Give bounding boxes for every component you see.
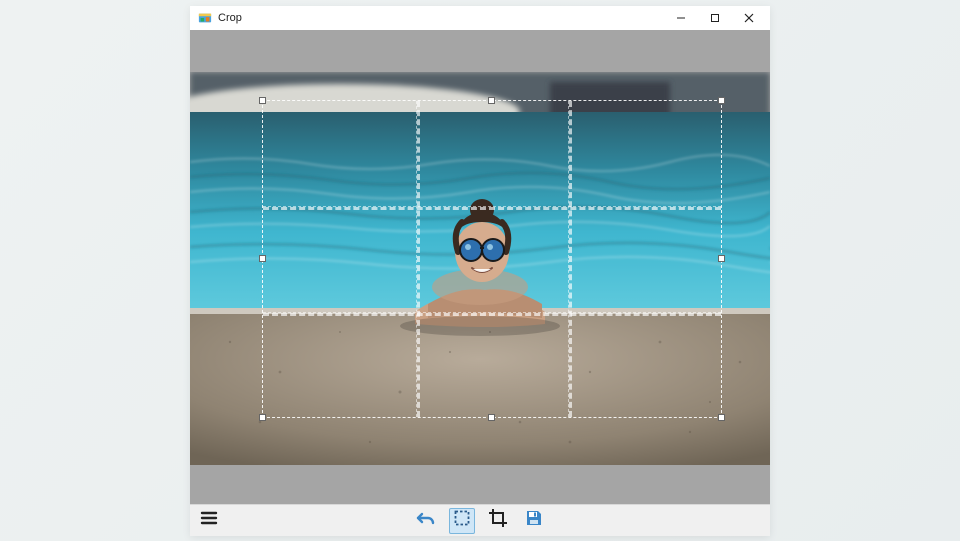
window-title: Crop <box>218 12 242 24</box>
window-controls <box>664 7 766 29</box>
undo-button[interactable] <box>413 508 439 534</box>
app-icon <box>198 11 212 25</box>
canvas-area[interactable] <box>190 30 770 504</box>
undo-icon <box>416 509 436 532</box>
selection-icon <box>453 509 471 532</box>
minimize-button[interactable] <box>664 7 698 29</box>
titlebar[interactable]: Crop <box>190 6 770 30</box>
maximize-button[interactable] <box>698 7 732 29</box>
save-button[interactable] <box>521 508 547 534</box>
menu-icon <box>200 509 218 532</box>
close-button[interactable] <box>732 7 766 29</box>
toolbar <box>190 504 770 536</box>
image-holder[interactable] <box>190 72 770 465</box>
save-icon <box>525 509 543 532</box>
menu-button[interactable] <box>196 508 222 534</box>
edited-image <box>190 72 770 465</box>
crop-tool-button[interactable] <box>485 508 511 534</box>
selection-tool-button[interactable] <box>449 508 475 534</box>
crop-icon <box>488 508 508 533</box>
app-window: Crop <box>190 6 770 536</box>
